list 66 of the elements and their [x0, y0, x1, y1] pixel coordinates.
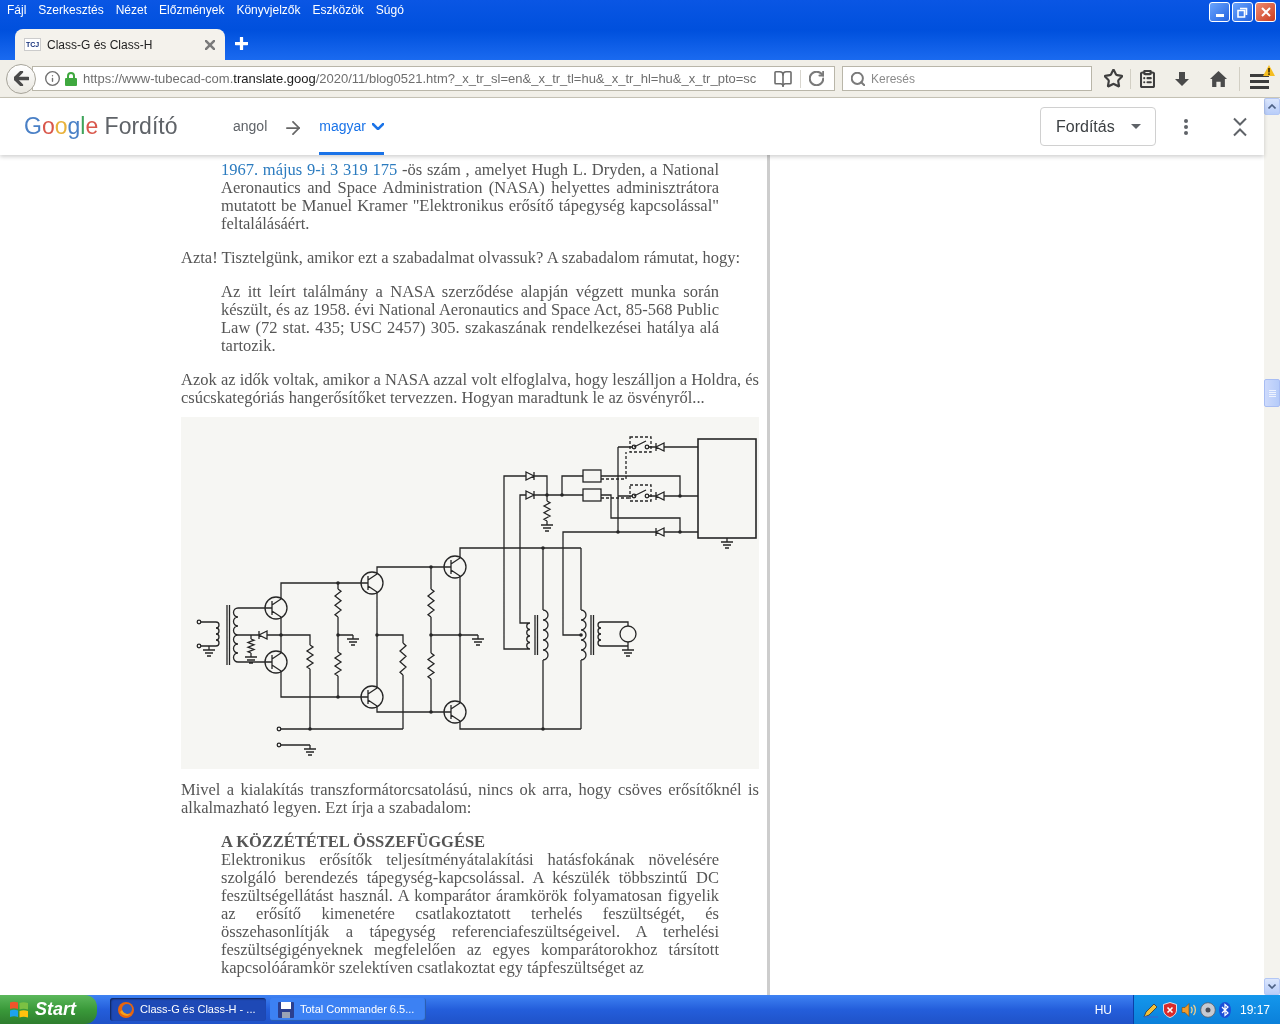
taskbar-button[interactable]: Class-G és Class-H - ... [110, 998, 266, 1021]
close-icon [1260, 7, 1271, 17]
restore-icon [1237, 6, 1248, 18]
back-button[interactable] [6, 63, 36, 94]
url-field[interactable]: https://www-tubecad-com.translate.goog/2020/11/blog0521.htm?_x_tr_sl=en&_x_tr_tl=hu&_x_tr_hl=hu&_x_tr_pto=sc [83, 68, 757, 89]
search-field[interactable]: Keresés [842, 66, 1092, 91]
home-icon[interactable] [1210, 70, 1227, 87]
restore-button[interactable] [1232, 2, 1253, 22]
patent-link[interactable]: 1967. május 9-i 3 319 175 [221, 160, 398, 179]
minimize-button[interactable] [1209, 2, 1230, 22]
bluetooth-icon[interactable] [1219, 1001, 1231, 1018]
language-tab[interactable]: magyar [319, 98, 384, 155]
scroll-down-button[interactable] [1264, 978, 1280, 995]
globe-icon [118, 1001, 134, 1018]
menu-item[interactable]: Eszközök [312, 3, 364, 18]
collapse-icon[interactable] [1233, 116, 1247, 137]
clock: 19:17 [1239, 1001, 1271, 1019]
paragraph-text: Azok az idők voltak, amikor a NASA azzal volt elfoglalva, hogy leszálljon a Holdra, és csúcskategóriás hangerősítőket tervezzen. Hogyan maradtunk le az ösvényről... [181, 371, 759, 407]
chevron-down-icon [371, 123, 384, 130]
reader-view-icon[interactable] [774, 70, 792, 87]
menu-item[interactable]: Nézet [115, 3, 148, 18]
pen-icon[interactable] [1143, 1001, 1159, 1018]
paragraph-text: Azta! Tisztelgünk, amikor ezt a szabadalmat olvassuk? A szabadalom rámutat, hogy: [181, 249, 742, 267]
search-icon [851, 72, 865, 86]
lock-icon [65, 71, 77, 86]
caret-down-icon [1131, 124, 1141, 129]
menu-item[interactable]: Szerkesztés [38, 3, 104, 18]
scrollbar-thumb[interactable] [1264, 379, 1280, 407]
caret-down-icon [1268, 984, 1276, 989]
scroll-up-button[interactable] [1264, 98, 1280, 115]
menu-item[interactable]: Könyvjelzők [236, 3, 301, 18]
flag-icon [9, 1000, 29, 1019]
close-button[interactable] [1255, 2, 1276, 22]
new-tab-icon[interactable] [235, 37, 248, 50]
info-icon[interactable] [45, 71, 60, 86]
paragraph-text: Mivel a kialakítás transzformátorcsatolású, nincs ok arra, hogy csöves erősítőknél is alkalmazható legyen. Ezt írja a szabadalom: [181, 781, 759, 817]
warning-icon [1263, 64, 1275, 76]
quote-text: Elektronikus erősítők teljesítményátalakítási hatásfokának növelésére szolgáló berendezés tápegység-kapcsolással. A készülék többszintű DC feszültségellátást használ. A komparátor áramkörök folyamatosan figyelik az erősítő kimenetére csatlakoztatott terhelés feszültségét, és összehasonlítják a tápegység referenciafeszültségeivel. A terhelési feszültségigényeknek megfelelően az egyes komparátorokhoz társított kapcsolóáramkör szelektíven csatlakoztat egy tápfeszültséget az [221, 851, 719, 977]
disc-icon[interactable] [1200, 1001, 1216, 1018]
translate-dropdown[interactable]: Fordítás [1040, 107, 1156, 146]
language-indicator[interactable]: HU [1094, 1000, 1112, 1019]
bookmark-star-icon[interactable] [1104, 69, 1123, 88]
quote-text: Az itt leírt találmány a NASA szerződése alapján végzett munka során készült, és az 1958. évi National Aeronautics and Space Act, 85-568 Public Law (72 stat. 435; USC 2457) 305. szakaszának rendelkezései hatálya alá tartozik. [221, 283, 719, 355]
grip-icon [1268, 389, 1276, 397]
speaker-icon[interactable] [1181, 1001, 1197, 1018]
close-tab-icon[interactable] [205, 39, 215, 50]
quote-heading: A KÖZZÉTÉTEL ÖSSZEFÜGGÉSE [221, 833, 487, 851]
menu-item[interactable]: Előzmények [159, 3, 225, 18]
address-bar[interactable]: https://www-tubecad-com.translate.goog/2020/11/blog0521.htm?_x_tr_sl=en&_x_tr_tl=hu&_x_tr_hl=hu&_x_tr_pto=sc [32, 66, 835, 91]
shield-icon[interactable] [1162, 1001, 1178, 1018]
caret-up-icon [1268, 104, 1276, 109]
minimize-icon [1215, 14, 1224, 17]
menu-icon [1250, 73, 1269, 89]
start-button[interactable]: Start [0, 995, 97, 1024]
reload-icon[interactable] [809, 71, 824, 86]
download-icon[interactable] [1174, 70, 1190, 87]
quote-text: 1967. május 9-i 3 319 175 -ös szám , amelyet Hugh L. Dryden, a National Aeronautics and Space Administration (NASA) helyettes adminisztrátora mutatott be Manuel Kramer "Elektronikus erősítő tápegység kapcsolással" feltalálásáért. [221, 161, 719, 233]
taskbar-button[interactable]: Total Commander 6.5... [270, 998, 426, 1021]
more-options-icon[interactable] [1184, 118, 1188, 135]
scrollbar-track[interactable] [1264, 98, 1280, 995]
language-tab[interactable]: angol [233, 98, 268, 155]
service-logo: Google Fordító [24, 112, 178, 142]
menu-item[interactable]: Súgó [375, 3, 404, 18]
arrow-right-icon [285, 121, 302, 135]
menu-item[interactable]: Fájl [7, 3, 27, 18]
clipboard-icon[interactable] [1140, 69, 1155, 88]
